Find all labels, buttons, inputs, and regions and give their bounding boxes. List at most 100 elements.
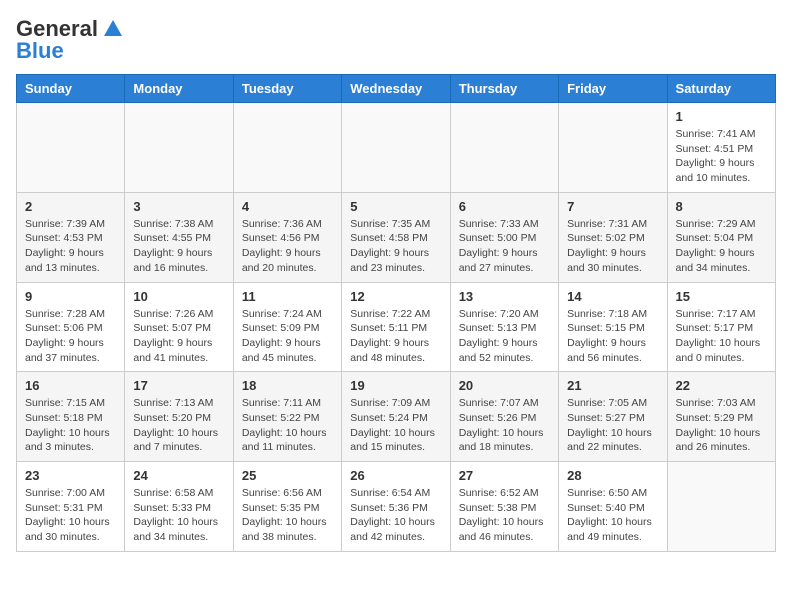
day-info: Sunrise: 7:00 AMSunset: 5:31 PMDaylight:… [25, 486, 116, 545]
day-info: Sunrise: 7:13 AMSunset: 5:20 PMDaylight:… [133, 396, 224, 455]
day-info: Sunrise: 6:52 AMSunset: 5:38 PMDaylight:… [459, 486, 550, 545]
day-number: 19 [350, 378, 441, 393]
calendar-cell: 20 Sunrise: 7:07 AMSunset: 5:26 PMDayligh… [450, 372, 558, 462]
day-number: 26 [350, 468, 441, 483]
day-number: 27 [459, 468, 550, 483]
day-info: Sunrise: 7:28 AMSunset: 5:06 PMDaylight:… [25, 307, 116, 366]
calendar-cell: 2 Sunrise: 7:39 AMSunset: 4:53 PMDaylight… [17, 192, 125, 282]
day-number: 15 [676, 289, 767, 304]
day-number: 12 [350, 289, 441, 304]
calendar-cell: 14 Sunrise: 7:18 AMSunset: 5:15 PMDayligh… [559, 282, 667, 372]
day-number: 22 [676, 378, 767, 393]
calendar-cell: 21Sunrise: 7:05 AMSunset: 5:27 PMDayligh… [559, 372, 667, 462]
day-info: Sunrise: 6:54 AMSunset: 5:36 PMDaylight:… [350, 486, 441, 545]
calendar-cell: 12 Sunrise: 7:22 AMSunset: 5:11 PMDayligh… [342, 282, 450, 372]
day-number: 1 [676, 109, 767, 124]
calendar-cell: 13 Sunrise: 7:20 AMSunset: 5:13 PMDayligh… [450, 282, 558, 372]
calendar-cell [233, 103, 341, 193]
calendar-cell: 4Sunrise: 7:36 AMSunset: 4:56 PMDaylight… [233, 192, 341, 282]
day-number: 2 [25, 199, 116, 214]
calendar-cell: 10 Sunrise: 7:26 AMSunset: 5:07 PMDayligh… [125, 282, 233, 372]
calendar-cell: 24 Sunrise: 6:58 AMSunset: 5:33 PMDayligh… [125, 462, 233, 552]
logo: General Blue [16, 16, 124, 64]
day-info: Sunrise: 7:39 AMSunset: 4:53 PMDaylight:… [25, 217, 116, 276]
calendar-cell [450, 103, 558, 193]
weekday-header-tuesday: Tuesday [233, 75, 341, 103]
day-number: 7 [567, 199, 658, 214]
day-info: Sunrise: 7:03 AMSunset: 5:29 PMDaylight:… [676, 396, 767, 455]
day-number: 14 [567, 289, 658, 304]
weekday-header-monday: Monday [125, 75, 233, 103]
day-number: 18 [242, 378, 333, 393]
weekday-header-sunday: Sunday [17, 75, 125, 103]
day-info: Sunrise: 7:26 AMSunset: 5:07 PMDaylight:… [133, 307, 224, 366]
calendar-cell: 3 Sunrise: 7:38 AMSunset: 4:55 PMDaylight… [125, 192, 233, 282]
calendar-cell [667, 462, 775, 552]
day-info: Sunrise: 7:24 AMSunset: 5:09 PMDaylight:… [242, 307, 333, 366]
calendar-cell: 17 Sunrise: 7:13 AMSunset: 5:20 PMDayligh… [125, 372, 233, 462]
day-info: Sunrise: 7:38 AMSunset: 4:55 PMDaylight:… [133, 217, 224, 276]
day-info: Sunrise: 6:58 AMSunset: 5:33 PMDaylight:… [133, 486, 224, 545]
day-number: 10 [133, 289, 224, 304]
day-info: Sunrise: 7:22 AMSunset: 5:11 PMDaylight:… [350, 307, 441, 366]
day-number: 21 [567, 378, 658, 393]
calendar-table: SundayMondayTuesdayWednesdayThursdayFrid… [16, 74, 776, 552]
week-row-5: 23 Sunrise: 7:00 AMSunset: 5:31 PMDayligh… [17, 462, 776, 552]
calendar-cell [17, 103, 125, 193]
weekday-header-row: SundayMondayTuesdayWednesdayThursdayFrid… [17, 75, 776, 103]
day-number: 11 [242, 289, 333, 304]
calendar-cell: 19Sunrise: 7:09 AMSunset: 5:24 PMDayligh… [342, 372, 450, 462]
page-header: General Blue [16, 16, 776, 64]
day-number: 24 [133, 468, 224, 483]
day-number: 8 [676, 199, 767, 214]
weekday-header-thursday: Thursday [450, 75, 558, 103]
calendar-cell: 5 Sunrise: 7:35 AMSunset: 4:58 PMDaylight… [342, 192, 450, 282]
week-row-1: 1 Sunrise: 7:41 AMSunset: 4:51 PMDaylight… [17, 103, 776, 193]
calendar-cell: 15Sunrise: 7:17 AMSunset: 5:17 PMDayligh… [667, 282, 775, 372]
logo-blue: Blue [16, 38, 64, 64]
day-info: Sunrise: 6:56 AMSunset: 5:35 PMDaylight:… [242, 486, 333, 545]
day-info: Sunrise: 7:15 AMSunset: 5:18 PMDaylight:… [25, 396, 116, 455]
day-number: 4 [242, 199, 333, 214]
day-info: Sunrise: 7:41 AMSunset: 4:51 PMDaylight:… [676, 127, 767, 186]
day-number: 3 [133, 199, 224, 214]
calendar-cell [125, 103, 233, 193]
day-number: 20 [459, 378, 550, 393]
day-number: 5 [350, 199, 441, 214]
calendar-cell [559, 103, 667, 193]
day-info: Sunrise: 6:50 AMSunset: 5:40 PMDaylight:… [567, 486, 658, 545]
calendar-cell: 23 Sunrise: 7:00 AMSunset: 5:31 PMDayligh… [17, 462, 125, 552]
day-info: Sunrise: 7:35 AMSunset: 4:58 PMDaylight:… [350, 217, 441, 276]
day-number: 9 [25, 289, 116, 304]
day-info: Sunrise: 7:18 AMSunset: 5:15 PMDaylight:… [567, 307, 658, 366]
calendar-cell: 6Sunrise: 7:33 AMSunset: 5:00 PMDaylight… [450, 192, 558, 282]
calendar-cell: 11 Sunrise: 7:24 AMSunset: 5:09 PMDayligh… [233, 282, 341, 372]
day-number: 13 [459, 289, 550, 304]
calendar-cell [342, 103, 450, 193]
calendar-cell: 26 Sunrise: 6:54 AMSunset: 5:36 PMDayligh… [342, 462, 450, 552]
day-info: Sunrise: 7:29 AMSunset: 5:04 PMDaylight:… [676, 217, 767, 276]
calendar-cell: 27 Sunrise: 6:52 AMSunset: 5:38 PMDayligh… [450, 462, 558, 552]
weekday-header-friday: Friday [559, 75, 667, 103]
calendar-cell: 9 Sunrise: 7:28 AMSunset: 5:06 PMDaylight… [17, 282, 125, 372]
day-number: 6 [459, 199, 550, 214]
day-number: 23 [25, 468, 116, 483]
calendar-cell: 28 Sunrise: 6:50 AMSunset: 5:40 PMDayligh… [559, 462, 667, 552]
week-row-4: 16Sunrise: 7:15 AMSunset: 5:18 PMDayligh… [17, 372, 776, 462]
day-number: 17 [133, 378, 224, 393]
day-info: Sunrise: 7:11 AMSunset: 5:22 PMDaylight:… [242, 396, 333, 455]
week-row-3: 9 Sunrise: 7:28 AMSunset: 5:06 PMDaylight… [17, 282, 776, 372]
calendar-cell: 25 Sunrise: 6:56 AMSunset: 5:35 PMDayligh… [233, 462, 341, 552]
calendar-cell: 22 Sunrise: 7:03 AMSunset: 5:29 PMDayligh… [667, 372, 775, 462]
day-info: Sunrise: 7:07 AMSunset: 5:26 PMDaylight:… [459, 396, 550, 455]
calendar-cell: 1 Sunrise: 7:41 AMSunset: 4:51 PMDaylight… [667, 103, 775, 193]
day-number: 28 [567, 468, 658, 483]
day-info: Sunrise: 7:20 AMSunset: 5:13 PMDaylight:… [459, 307, 550, 366]
day-info: Sunrise: 7:31 AMSunset: 5:02 PMDaylight:… [567, 217, 658, 276]
calendar-cell: 16Sunrise: 7:15 AMSunset: 5:18 PMDayligh… [17, 372, 125, 462]
week-row-2: 2 Sunrise: 7:39 AMSunset: 4:53 PMDaylight… [17, 192, 776, 282]
day-number: 25 [242, 468, 333, 483]
logo-icon [102, 18, 124, 40]
weekday-header-wednesday: Wednesday [342, 75, 450, 103]
calendar-cell: 18 Sunrise: 7:11 AMSunset: 5:22 PMDayligh… [233, 372, 341, 462]
